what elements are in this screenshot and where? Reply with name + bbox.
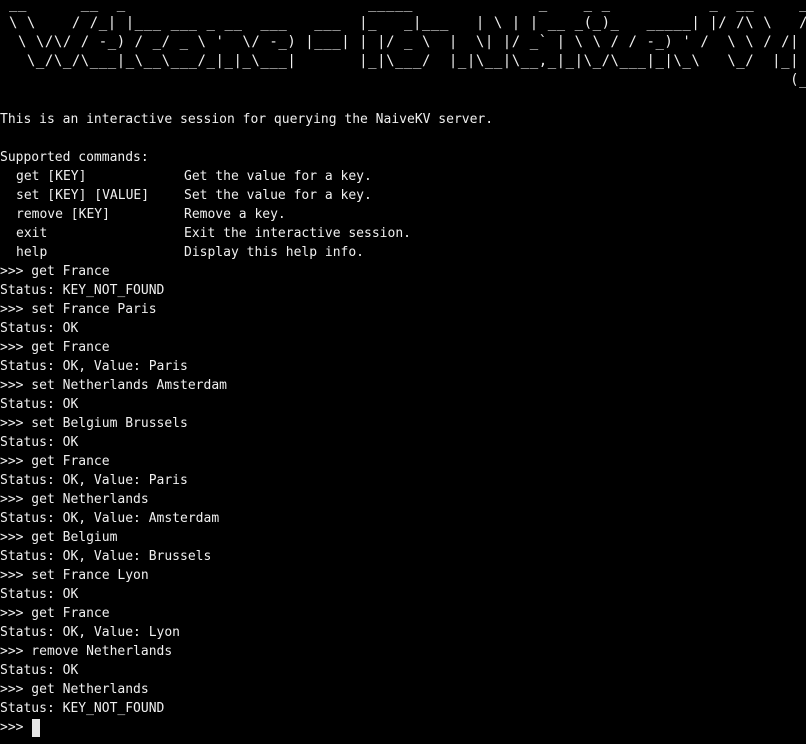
history-line: >>> get Belgium [0, 530, 118, 545]
history-line: Status: OK, Value: Paris [0, 473, 188, 488]
input-prompt-line[interactable]: >>> [0, 718, 806, 737]
history-line: Status: OK [0, 587, 79, 602]
command-name: remove [KEY] [16, 207, 110, 222]
command-description: Set the value for a key. [184, 188, 372, 203]
history-line: >>> set France Lyon [0, 568, 149, 583]
command-row: exit Exit the interactive session. [0, 224, 806, 243]
history-line: >>> set Netherlands Amsterdam [0, 378, 227, 393]
prompt-symbol: >>> [0, 720, 32, 735]
history-line: >>> set France Paris [0, 302, 157, 317]
history-line: >>> get France [0, 340, 110, 355]
history-line: Status: OK [0, 435, 79, 450]
command-row: set [KEY] [VALUE] Set the value for a ke… [0, 186, 806, 205]
history-line: Status: OK, Value: Brussels [0, 549, 212, 564]
history-line: Status: OK, Value: Lyon [0, 625, 181, 640]
history-line: >>> get Netherlands [0, 682, 149, 697]
history-line: Status: OK [0, 663, 79, 678]
command-name: help [16, 245, 48, 260]
commands-header: Supported commands: [0, 150, 149, 165]
text-cursor[interactable] [32, 718, 41, 737]
history-line: >>> get France [0, 264, 110, 279]
history-line: Status: KEY_NOT_FOUND [0, 283, 165, 298]
command-description: Display this help info. [184, 245, 365, 260]
terminal-window[interactable]: __ __ _ _____ _ _ _ _ __ __ \ \ / /_| |_… [0, 0, 806, 744]
history-line: >>> remove Netherlands [0, 644, 173, 659]
intro-text: This is an interactive session for query… [0, 112, 494, 127]
command-row: help Display this help info. [0, 243, 806, 262]
command-description: Exit the interactive session. [184, 226, 411, 241]
history-line: >>> set Belgium Brussels [0, 416, 188, 431]
history-line: Status: KEY_NOT_FOUND [0, 701, 165, 716]
history-line: >>> get France [0, 606, 110, 621]
history-line: Status: OK, Value: Paris [0, 359, 188, 374]
command-row: remove [KEY] Remove a key. [0, 205, 806, 224]
history-line: Status: OK [0, 397, 79, 412]
ascii-art-banner: __ __ _ _____ _ _ _ _ __ __ \ \ / /_| |_… [8, 0, 806, 88]
command-name: get [KEY] [16, 169, 87, 184]
history-line: Status: OK, Value: Amsterdam [0, 511, 220, 526]
history-line: >>> get France [0, 454, 110, 469]
terminal-output: This is an interactive session for query… [0, 110, 806, 737]
command-row: get [KEY] Get the value for a key. [0, 167, 806, 186]
command-description: Get the value for a key. [184, 169, 372, 184]
history-line: >>> get Netherlands [0, 492, 149, 507]
history-line: Status: OK [0, 321, 79, 336]
command-description: Remove a key. [184, 207, 286, 222]
command-name: exit [16, 226, 48, 241]
command-name: set [KEY] [VALUE] [16, 188, 150, 203]
